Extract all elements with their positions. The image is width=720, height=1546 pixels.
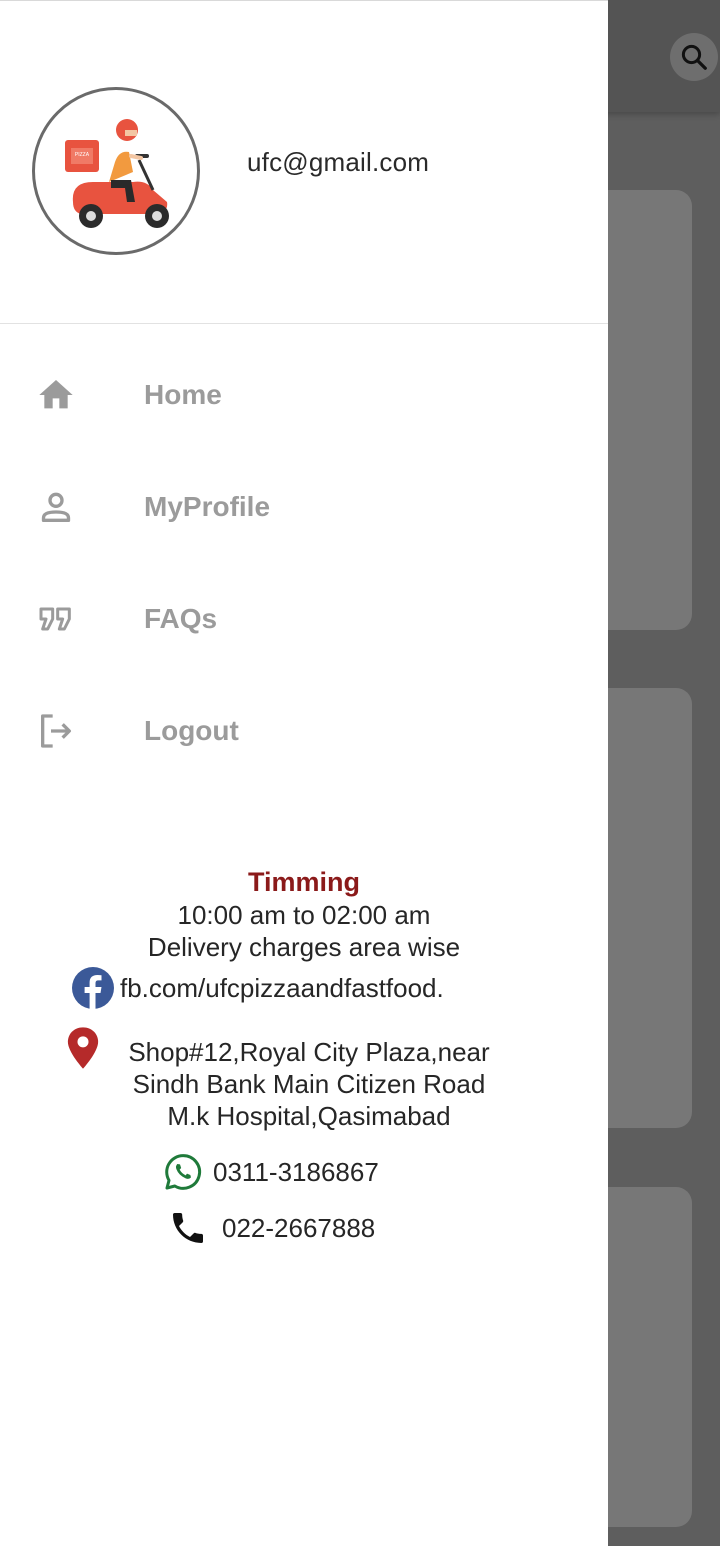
whatsapp-icon [165, 1154, 202, 1190]
facebook-link[interactable]: fb.com/ufcpizzaandfastfood. [72, 967, 444, 1009]
phone-number: 022-2667888 [222, 1212, 376, 1243]
search-button[interactable] [670, 33, 718, 81]
person-icon [36, 487, 76, 527]
whatsapp-contact[interactable]: 0311-3186867 [163, 1152, 379, 1192]
facebook-icon [72, 967, 114, 1009]
quote-icon [36, 599, 76, 639]
avatar: PIZZA [32, 87, 200, 255]
menu-item-label: FAQs [144, 603, 218, 634]
avatar-badge-text: PIZZA [75, 152, 90, 158]
navigation-drawer: PIZZA ufc@gmail.com Home MyProfile FAQs … [0, 0, 608, 1546]
delivery-scooter-image: PIZZA [65, 119, 169, 228]
logout-icon [36, 711, 76, 751]
menu-item-myprofile[interactable]: MyProfile [0, 467, 608, 547]
menu-item-label: Home [144, 379, 222, 410]
menu-item-logout[interactable]: Logout [0, 691, 608, 771]
address: Shop#12,Royal City Plaza,near Sindh Bank… [0, 1036, 608, 1132]
whatsapp-number: 0311-3186867 [213, 1156, 379, 1187]
delivery-note: Delivery charges area wise [147, 932, 461, 962]
menu-item-label: MyProfile [144, 491, 271, 522]
menu-item-label: Logout [144, 715, 239, 746]
menu-item-home[interactable]: Home [0, 355, 608, 435]
timing-hours: 10:00 am to 02:00 am [177, 900, 431, 930]
facebook-url: fb.com/ufcpizzaandfastfood. [120, 972, 444, 1003]
phone-icon [173, 1213, 203, 1243]
phone-contact[interactable]: 022-2667888 [168, 1208, 375, 1248]
address-line: M.k Hospital,Qasimabad [167, 1101, 451, 1131]
search-icon [681, 44, 707, 70]
user-email: ufc@gmail.com [247, 147, 430, 177]
address-line: Shop#12,Royal City Plaza,near [128, 1037, 490, 1067]
address-line: Sindh Bank Main Citizen Road [132, 1069, 486, 1099]
timing-title: Timming [247, 867, 360, 897]
drawer-header: PIZZA ufc@gmail.com [0, 1, 608, 324]
menu-item-faqs[interactable]: FAQs [0, 579, 608, 659]
home-icon [36, 375, 76, 415]
